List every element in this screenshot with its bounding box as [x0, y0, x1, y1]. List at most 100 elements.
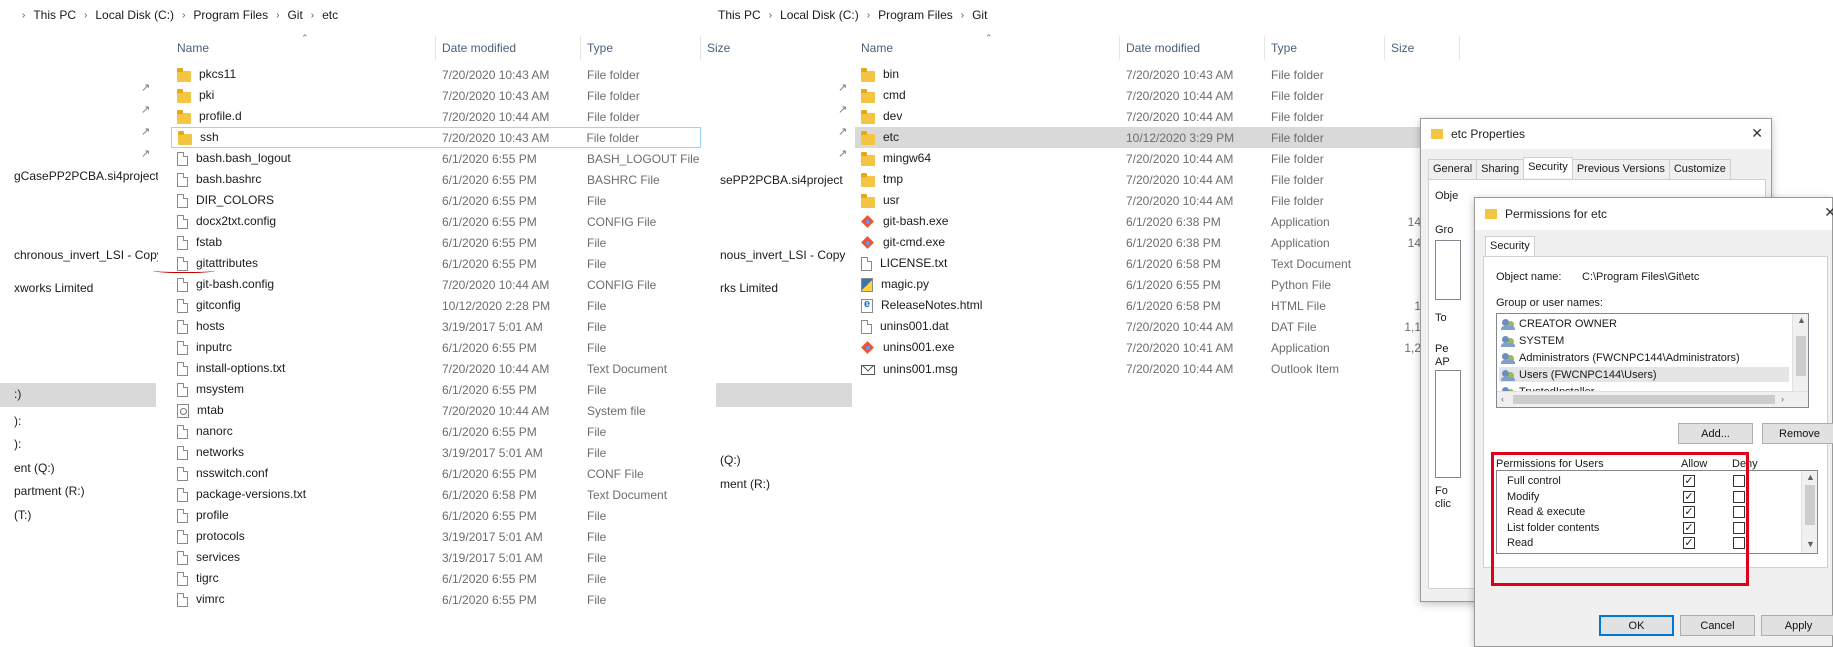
- file-row[interactable]: unins001.dat 7/20/2020 10:44 AM DAT File 1,…: [855, 316, 1425, 337]
- nav-item[interactable]: ):: [14, 437, 21, 451]
- permissions-list-vscrollbar[interactable]: ▲ ▼: [1801, 471, 1817, 553]
- file-row[interactable]: nanorc 6/1/2020 6:55 PM File: [171, 421, 701, 442]
- scroll-left-icon[interactable]: ‹: [1501, 394, 1504, 404]
- group-user-list[interactable]: CREATOR OWNER SYSTEM Administrators (FWC…: [1496, 313, 1809, 408]
- nav-item[interactable]: ):: [14, 414, 21, 428]
- column-header-name[interactable]: ⌃ Name: [855, 33, 1120, 60]
- nav-item[interactable]: rks Limited: [720, 281, 778, 295]
- file-row[interactable]: package-versions.txt 6/1/2020 6:58 PM Text…: [171, 484, 701, 505]
- nav-item[interactable]: gCasePP2PCBA.si4project: [14, 169, 158, 183]
- file-row[interactable]: vimrc 6/1/2020 6:55 PM File: [171, 589, 701, 610]
- file-row[interactable]: git-bash.config 7/20/2020 10:44 AM CONFIG …: [171, 274, 701, 295]
- file-row[interactable]: bash.bashrc 6/1/2020 6:55 PM BASHRC File: [171, 169, 701, 190]
- group-item[interactable]: SYSTEM: [1501, 333, 1564, 348]
- nav-item[interactable]: (Q:): [720, 453, 741, 467]
- right-breadcrumb[interactable]: This PC › Local Disk (C:) › Program File…: [718, 6, 987, 24]
- column-header-date[interactable]: Date modified: [436, 36, 581, 60]
- right-breadcrumb-item[interactable]: Program Files: [878, 8, 953, 22]
- file-row[interactable]: git-cmd.exe 6/1/2020 6:38 PM Application 14: [855, 232, 1425, 253]
- add-button[interactable]: Add...: [1678, 423, 1753, 444]
- nav-item[interactable]: partment (R:): [14, 484, 85, 498]
- nav-item[interactable]: xworks Limited: [14, 281, 93, 295]
- nav-item-selected[interactable]: [716, 383, 852, 407]
- nav-item[interactable]: ment (R:): [720, 477, 770, 491]
- file-row[interactable]: LICENSE.txt 6/1/2020 6:58 PM Text Document: [855, 253, 1425, 274]
- file-row[interactable]: protocols 3/19/2017 5:01 AM File: [171, 526, 701, 547]
- close-icon[interactable]: ✕: [1824, 204, 1833, 221]
- remove-button[interactable]: Remove: [1762, 423, 1833, 444]
- pin-icon[interactable]: ↗: [141, 81, 150, 94]
- group-item[interactable]: CREATOR OWNER: [1501, 316, 1617, 331]
- pin-icon[interactable]: ↗: [838, 147, 847, 160]
- file-row[interactable]: profile.d 7/20/2020 10:44 AM File folder: [171, 106, 701, 127]
- tab-sharing[interactable]: Sharing: [1476, 159, 1525, 180]
- file-row[interactable]: git-bash.exe 6/1/2020 6:38 PM Application 1…: [855, 211, 1425, 232]
- file-row[interactable]: tmp 7/20/2020 10:44 AM File folder: [855, 169, 1425, 190]
- group-item[interactable]: Administrators (FWCNPC144\Administrators…: [1501, 350, 1740, 365]
- right-breadcrumb-item[interactable]: This PC: [718, 8, 761, 22]
- column-header-date[interactable]: Date modified: [1120, 36, 1265, 60]
- group-item-selected[interactable]: Users (FWCNPC144\Users): [1499, 367, 1789, 382]
- tab-general[interactable]: General: [1428, 159, 1478, 180]
- file-row[interactable]: profile 6/1/2020 6:55 PM File: [171, 505, 701, 526]
- column-header-name[interactable]: ⌃ Name: [171, 33, 436, 60]
- tab-security[interactable]: Security: [1485, 236, 1535, 257]
- left-breadcrumb-item[interactable]: This PC: [33, 8, 76, 22]
- scroll-up-icon[interactable]: ▲: [1797, 315, 1806, 325]
- ok-button[interactable]: OK: [1599, 615, 1674, 636]
- file-row[interactable]: hosts 3/19/2017 5:01 AM File: [171, 316, 701, 337]
- scroll-thumb[interactable]: [1513, 395, 1775, 404]
- nav-item[interactable]: nous_invert_LSI - Copy: [720, 248, 845, 262]
- nav-item[interactable]: ent (Q:): [14, 461, 55, 475]
- file-row[interactable]: networks 3/19/2017 5:01 AM File: [171, 442, 701, 463]
- file-row[interactable]: services 3/19/2017 5:01 AM File: [171, 547, 701, 568]
- file-row[interactable]: gitattributes 6/1/2020 6:55 PM File: [171, 253, 701, 274]
- left-breadcrumb-item[interactable]: Program Files: [193, 8, 268, 22]
- tab-previous-versions[interactable]: Previous Versions: [1571, 159, 1670, 180]
- right-breadcrumb-item[interactable]: Local Disk (C:): [780, 8, 859, 22]
- column-header-type[interactable]: Type: [1265, 36, 1385, 60]
- pin-icon[interactable]: ↗: [838, 103, 847, 116]
- file-row[interactable]: magic.py 6/1/2020 6:55 PM Python File: [855, 274, 1425, 295]
- file-row[interactable]: bin 7/20/2020 10:43 AM File folder: [855, 64, 1425, 85]
- left-breadcrumb-item[interactable]: Local Disk (C:): [95, 8, 174, 22]
- tab-customize[interactable]: Customize: [1668, 159, 1731, 180]
- file-row[interactable]: ReleaseNotes.html 6/1/2020 6:58 PM HTML Fi…: [855, 295, 1425, 316]
- left-breadcrumb-item[interactable]: etc: [322, 8, 338, 22]
- file-row[interactable]: nsswitch.conf 6/1/2020 6:55 PM CONF File: [171, 463, 701, 484]
- file-row[interactable]: unins001.exe 7/20/2020 10:41 AM Applicatio…: [855, 337, 1425, 358]
- file-row[interactable]: mingw64 7/20/2020 10:44 AM File folder: [855, 148, 1425, 169]
- file-row[interactable]: install-options.txt 7/20/2020 10:44 AM Tex…: [171, 358, 701, 379]
- left-breadcrumb-item[interactable]: Git: [287, 8, 302, 22]
- file-row[interactable]: mtab 7/20/2020 10:44 AM System file: [171, 400, 701, 421]
- file-row[interactable]: etc 10/12/2020 3:29 PM File folder: [855, 127, 1425, 148]
- nav-item[interactable]: (T:): [14, 508, 31, 522]
- file-row[interactable]: inputrc 6/1/2020 6:55 PM File: [171, 337, 701, 358]
- scroll-thumb[interactable]: [1805, 485, 1815, 525]
- nav-item[interactable]: sePP2PCBA.si4project: [720, 173, 843, 187]
- file-row[interactable]: msystem 6/1/2020 6:55 PM File: [171, 379, 701, 400]
- scroll-up-icon[interactable]: ▲: [1806, 472, 1815, 482]
- file-row[interactable]: gitconfig 10/12/2020 2:28 PM File: [171, 295, 701, 316]
- file-row[interactable]: pkcs11 7/20/2020 10:43 AM File folder: [171, 64, 701, 85]
- nav-item[interactable]: chronous_invert_LSI - Copy: [14, 248, 158, 262]
- group-list-vscrollbar[interactable]: ▲: [1792, 314, 1808, 392]
- left-breadcrumb[interactable]: › This PC › Local Disk (C:) › Program Fi…: [22, 6, 338, 24]
- column-header-size[interactable]: Size: [1385, 36, 1460, 60]
- file-row[interactable]: tigrc 6/1/2020 6:55 PM File: [171, 568, 701, 589]
- file-row[interactable]: docx2txt.config 6/1/2020 6:55 PM CONFIG Fi…: [171, 211, 701, 232]
- scroll-thumb[interactable]: [1796, 336, 1806, 376]
- column-header-type[interactable]: Type: [581, 36, 701, 60]
- file-row[interactable]: fstab 6/1/2020 6:55 PM File: [171, 232, 701, 253]
- pin-icon[interactable]: ↗: [141, 125, 150, 138]
- file-row[interactable]: unins001.msg 7/20/2020 10:44 AM Outlook It…: [855, 358, 1425, 379]
- scroll-right-icon[interactable]: ›: [1781, 394, 1784, 404]
- scroll-down-icon[interactable]: ▼: [1806, 539, 1815, 549]
- file-row[interactable]: usr 7/20/2020 10:44 AM File folder: [855, 190, 1425, 211]
- pin-icon[interactable]: ↗: [141, 103, 150, 116]
- tab-security[interactable]: Security: [1523, 157, 1573, 178]
- pin-icon[interactable]: ↗: [838, 125, 847, 138]
- close-icon[interactable]: ✕: [1751, 125, 1763, 142]
- file-row[interactable]: DIR_COLORS 6/1/2020 6:55 PM File: [171, 190, 701, 211]
- file-row[interactable]: ssh 7/20/2020 10:43 AM File folder: [171, 127, 701, 148]
